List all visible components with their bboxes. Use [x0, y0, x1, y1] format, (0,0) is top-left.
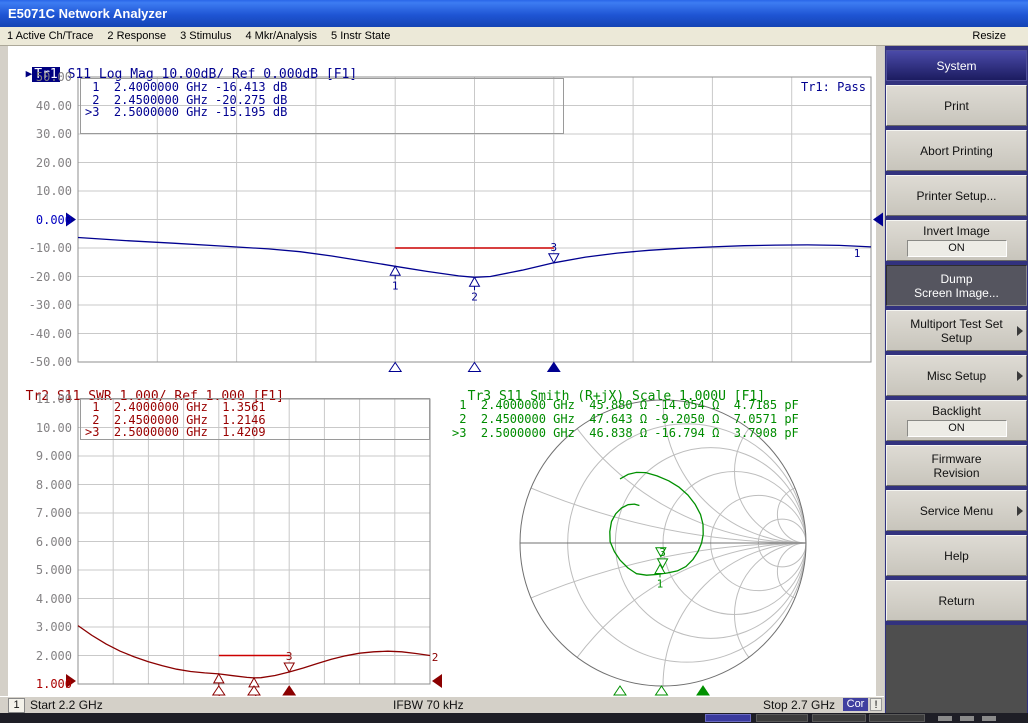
menu-item-3[interactable]: 3 Stimulus: [173, 27, 238, 42]
y-axis-label: -20.00: [8, 270, 72, 284]
y-axis-label: 10.00: [8, 421, 72, 435]
window-title: E5071C Network Analyzer: [8, 6, 167, 21]
y-axis-label: 2.000: [8, 649, 72, 663]
taskbar-sliver: [0, 713, 1028, 723]
menu-items: 1 Active Ch/Trace2 Response3 Stimulus4 M…: [0, 30, 397, 42]
tr1-limit-result: Tr1: Pass: [700, 80, 866, 94]
softkey-filler: [886, 625, 1027, 713]
softkey-misc-setup[interactable]: Misc Setup: [886, 355, 1027, 396]
softkey-printer-setup[interactable]: Printer Setup...: [886, 175, 1027, 216]
tr3-marker-readouts: 1 2.4000000 GHz 45.880 Ω -14.054 Ω 4.718…: [452, 398, 799, 440]
softkey-print[interactable]: Print: [886, 85, 1027, 126]
tr2-plot-area[interactable]: [78, 399, 430, 684]
softkey-help[interactable]: Help: [886, 535, 1027, 576]
menu-item-1[interactable]: 1 Active Ch/Trace: [0, 27, 100, 42]
y-axis-label: 5.000: [8, 563, 72, 577]
y-axis-label: 1.000: [8, 677, 72, 691]
taskbar-clock-fragment: [938, 716, 952, 721]
y-axis-label: 11.00: [8, 392, 72, 406]
softkey-return[interactable]: Return: [886, 580, 1027, 621]
menu-bar: 1 Active Ch/Trace2 Response3 Stimulus4 M…: [0, 27, 1028, 46]
tr1-marker-readouts: 1 2.4000000 GHz -16.413 dB 2 2.4500000 G…: [81, 79, 563, 119]
y-axis-label: 4.000: [8, 592, 72, 606]
marker-readout-row: 1 2.4000000 GHz -16.413 dB: [85, 81, 563, 94]
submenu-arrow-icon: [1017, 371, 1023, 381]
tr3-smith-chart-area[interactable]: [520, 400, 806, 686]
menu-item-5[interactable]: 5 Instr State: [324, 27, 397, 42]
tr1-marker-box: 1 2.4000000 GHz -16.413 dB 2 2.4500000 G…: [80, 78, 564, 134]
taskbar-button: [812, 714, 866, 722]
softkey-service-menu[interactable]: Service Menu: [886, 490, 1027, 531]
marker-readout-row: >3 2.5000000 GHz -15.195 dB: [85, 106, 563, 119]
window-title-bar: E5071C Network Analyzer: [0, 0, 1028, 27]
softkey-menu: System PrintAbort PrintingPrinter Setup.…: [884, 46, 1028, 713]
marker-readout-row: >3 2.5000000 GHz 1.4209: [85, 426, 429, 439]
warning-status-badge: !: [870, 698, 882, 711]
y-axis-label: 40.00: [8, 99, 72, 113]
y-axis-label: 9.000: [8, 449, 72, 463]
y-axis-label: -30.00: [8, 298, 72, 312]
taskbar-button: [756, 714, 808, 722]
softkey-abort-printing[interactable]: Abort Printing: [886, 130, 1027, 171]
softkey-state-value: ON: [907, 420, 1007, 437]
y-axis-label: 7.000: [8, 506, 72, 520]
y-axis-label: -50.00: [8, 355, 72, 369]
y-axis-label: 0.000: [8, 213, 72, 227]
y-axis-label: -10.00: [8, 241, 72, 255]
taskbar-clock-fragment: [960, 716, 974, 721]
ifbw-readout: IFBW 70 kHz: [393, 698, 464, 712]
submenu-arrow-icon: [1017, 506, 1023, 516]
y-axis-label: 30.00: [8, 127, 72, 141]
channel-number-badge: 1: [8, 698, 25, 713]
marker-readout-row: >3 2.5000000 GHz 46.838 Ω -16.794 Ω 3.79…: [452, 426, 799, 440]
start-frequency-readout: Start 2.2 GHz: [30, 698, 103, 712]
y-axis-label: 8.000: [8, 478, 72, 492]
marker-readout-row: 1 2.4000000 GHz 45.880 Ω -14.054 Ω 4.718…: [452, 398, 799, 412]
softkey-invert-image[interactable]: Invert ImageON: [886, 220, 1027, 261]
y-axis-label: 20.00: [8, 156, 72, 170]
tr2-marker-readouts: 1 2.4000000 GHz 1.3561 2 2.4500000 GHz 1…: [81, 399, 429, 439]
y-axis-label: 50.00: [8, 70, 72, 84]
softkey-state-value: ON: [907, 240, 1007, 257]
y-axis-label: 6.000: [8, 535, 72, 549]
y-axis-label: 3.000: [8, 620, 72, 634]
menu-item-4[interactable]: 4 Mkr/Analysis: [238, 27, 324, 42]
marker-readout-row: 2 2.4500000 GHz 47.643 Ω -9.2050 Ω 7.057…: [452, 412, 799, 426]
stop-frequency-readout: Stop 2.7 GHz: [763, 698, 835, 712]
y-axis-label: -40.00: [8, 327, 72, 341]
softkey-backlight[interactable]: BacklightON: [886, 400, 1027, 441]
submenu-arrow-icon: [1017, 326, 1023, 336]
taskbar-button: [869, 714, 925, 722]
status-bar: 1 Start 2.2 GHz IFBW 70 kHz Stop 2.7 GHz…: [0, 696, 884, 713]
softkey-multiport-test-set[interactable]: Multiport Test SetSetup: [886, 310, 1027, 351]
menu-item-2[interactable]: 2 Response: [100, 27, 173, 42]
softkey-dump[interactable]: DumpScreen Image...: [886, 265, 1027, 306]
tr2-marker-box: 1 2.4000000 GHz 1.3561 2 2.4500000 GHz 1…: [80, 398, 430, 440]
marker-readout-row: 1 2.4000000 GHz 1.3561: [85, 401, 429, 414]
y-axis-label: 10.00: [8, 184, 72, 198]
taskbar-clock-fragment: [982, 716, 996, 721]
softkey-firmware[interactable]: FirmwareRevision: [886, 445, 1027, 486]
menu-resize[interactable]: Resize: [972, 30, 1006, 42]
correction-status-badge: Cor: [843, 698, 868, 711]
softkey-menu-title: System: [886, 50, 1027, 81]
taskbar-active-button: [705, 714, 751, 722]
